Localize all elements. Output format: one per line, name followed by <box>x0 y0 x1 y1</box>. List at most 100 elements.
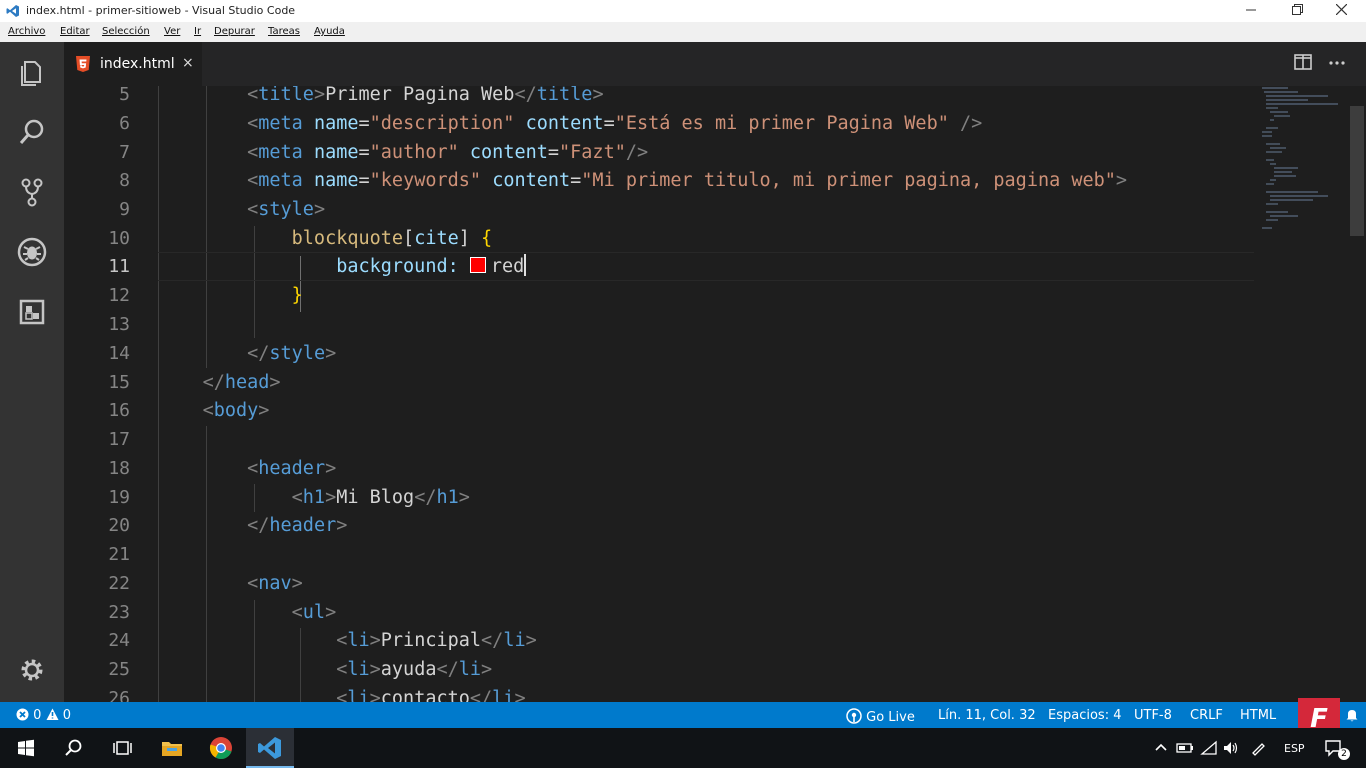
line-number: 24 <box>108 630 130 651</box>
tab-index-html[interactable]: index.html × <box>64 42 202 86</box>
extensions-icon[interactable] <box>16 296 48 328</box>
code-line-14: </style> <box>247 343 337 364</box>
menu-item-editar[interactable]: Editar <box>60 26 90 37</box>
search-icon[interactable] <box>16 116 48 148</box>
warning-count: 0 <box>62 708 71 723</box>
error-count: 0 <box>33 708 42 723</box>
tab-bar: index.html × <box>64 42 1366 86</box>
problems-indicator[interactable]: 0 0 <box>16 708 71 723</box>
search-icon[interactable] <box>60 734 88 762</box>
code-editor[interactable]: 5 6 7 8 9 10 11 12 13 14 15 16 17 18 19 … <box>64 86 1366 702</box>
taskbar-vscode-active[interactable] <box>246 728 294 768</box>
title-bar: index.html - primer-sitioweb - Visual St… <box>0 0 1366 22</box>
warning-icon <box>46 708 59 720</box>
menu-bar: Archivo Editar Selección Ver Ir Depurar … <box>0 22 1366 42</box>
minimap[interactable] <box>1258 86 1348 246</box>
code-line-7: <meta name="author" content="Fazt"/> <box>247 142 649 163</box>
line-number: 10 <box>108 228 130 249</box>
line-number: 16 <box>108 400 130 421</box>
vscode-logo-icon <box>6 5 19 17</box>
line-number: 13 <box>108 314 130 335</box>
code-line-18: <header> <box>247 458 337 479</box>
line-number: 6 <box>119 113 130 134</box>
more-actions-icon <box>1329 61 1345 65</box>
line-number: 22 <box>108 573 130 594</box>
eol-setting[interactable]: CRLF <box>1190 708 1223 723</box>
menu-item-ayuda[interactable]: Ayuda <box>314 26 345 37</box>
code-line-12: } <box>291 285 303 306</box>
go-live-button[interactable]: Go Live <box>846 708 915 725</box>
bell-icon <box>1346 710 1358 722</box>
indentation-setting[interactable]: Espacios: 4 <box>1048 708 1121 723</box>
debug-icon[interactable] <box>16 236 48 268</box>
code-line-6: <meta name="description" content="Está e… <box>247 113 983 134</box>
line-number: 21 <box>108 544 130 565</box>
notification-count-badge: 2 <box>1338 748 1350 760</box>
explorer-icon[interactable] <box>16 56 48 88</box>
task-view-icon[interactable] <box>108 734 136 762</box>
text-cursor <box>524 254 527 276</box>
line-number: 23 <box>108 602 130 623</box>
menu-item-tareas[interactable]: Tareas <box>268 26 300 37</box>
tab-close-icon[interactable]: × <box>182 55 194 71</box>
code-line-8: <meta name="keywords" content="Mi primer… <box>247 170 1128 191</box>
encoding-setting[interactable]: UTF-8 <box>1134 708 1172 723</box>
file-explorer-icon[interactable] <box>158 734 186 762</box>
color-swatch[interactable] <box>469 257 486 273</box>
line-number-active: 11 <box>108 256 130 277</box>
source-control-icon[interactable] <box>16 176 48 208</box>
windows-start-icon[interactable] <box>12 734 40 762</box>
window-title: index.html - primer-sitioweb - Visual St… <box>26 4 296 17</box>
line-number: 15 <box>108 372 130 393</box>
close-window-button[interactable] <box>1318 0 1364 22</box>
code-line-23: <ul> <box>291 602 337 623</box>
line-number: 5 <box>119 86 130 105</box>
split-editor-button[interactable] <box>1294 54 1312 74</box>
network-icon[interactable] <box>1200 740 1218 756</box>
vertical-scrollbar[interactable] <box>1350 106 1364 236</box>
code-line-16: <body> <box>202 400 270 421</box>
restore-button[interactable] <box>1274 0 1320 22</box>
restore-icon <box>1291 4 1303 15</box>
go-live-label: Go Live <box>866 710 915 725</box>
minimize-button[interactable] <box>1228 0 1274 22</box>
pen-icon[interactable] <box>1250 740 1268 756</box>
line-number: 8 <box>119 170 130 191</box>
settings-gear-icon[interactable] <box>16 654 48 686</box>
notifications-bell-icon[interactable] <box>1346 708 1358 726</box>
line-number: 25 <box>108 659 130 680</box>
tray-chevron-up-icon[interactable] <box>1154 741 1168 755</box>
line-number: 17 <box>108 429 130 450</box>
line-number: 26 <box>108 688 130 702</box>
code-line-22: <nav> <box>247 573 303 594</box>
vscode-taskbar-icon <box>258 737 281 759</box>
error-icon <box>16 708 29 721</box>
code-line-24: <li>Principal</li> <box>336 630 537 651</box>
line-number: 7 <box>119 142 130 163</box>
code-line-20: </header> <box>247 515 348 536</box>
menu-item-seleccion[interactable]: Selección <box>102 26 150 37</box>
menu-item-ir[interactable]: Ir <box>194 26 201 37</box>
menu-item-archivo[interactable]: Archivo <box>8 26 45 37</box>
activity-bar <box>0 42 64 702</box>
code-line-10: blockquote[cite] { <box>291 228 493 249</box>
line-number: 9 <box>119 199 130 220</box>
cursor-position[interactable]: Lín. 11, Col. 32 <box>938 708 1036 723</box>
menu-item-depurar[interactable]: Depurar <box>214 26 255 37</box>
more-actions-button[interactable] <box>1328 54 1346 74</box>
split-editor-icon <box>1294 54 1312 70</box>
chrome-icon[interactable] <box>207 734 235 762</box>
battery-icon[interactable] <box>1176 740 1194 756</box>
close-icon <box>1335 3 1347 16</box>
keyboard-language[interactable]: ESP <box>1284 742 1305 755</box>
volume-icon[interactable] <box>1222 740 1240 756</box>
code-line-15: </head> <box>202 372 281 393</box>
minimize-icon <box>1246 9 1256 11</box>
code-line-26: <li>contacto</li> <box>336 688 526 702</box>
language-mode[interactable]: HTML <box>1240 708 1276 723</box>
line-number: 20 <box>108 515 130 536</box>
line-number: 18 <box>108 458 130 479</box>
status-bar: 0 0 Go Live Lín. 11, Col. 32 Espacios: 4… <box>0 702 1366 728</box>
code-line-9: <style> <box>247 199 326 220</box>
menu-item-ver[interactable]: Ver <box>164 26 180 37</box>
